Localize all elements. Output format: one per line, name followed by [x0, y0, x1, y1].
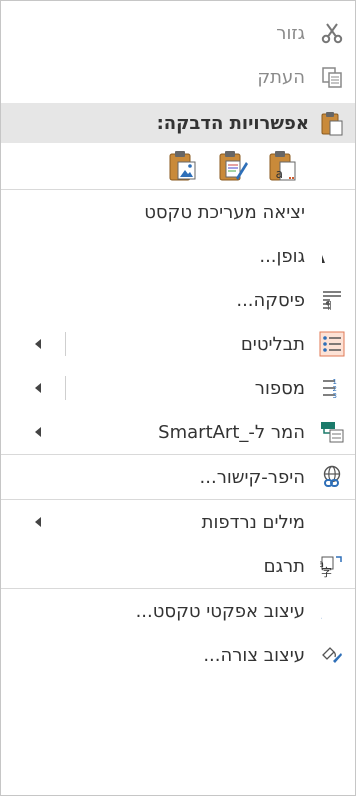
paragraph-menu-item[interactable]: ¶ פיסקה... — [1, 278, 355, 322]
format-shape-label: עיצוב צורה... — [203, 644, 305, 666]
paragraph-icon: ¶ — [309, 278, 355, 322]
numbering-icon: 1 2 3 — [309, 366, 355, 410]
paste-icon — [309, 110, 355, 136]
submenu-arrow-icon[interactable] — [35, 517, 41, 527]
svg-text:A: A — [321, 600, 323, 622]
copy-label: העתק — [257, 66, 305, 88]
submenu-arrow-icon[interactable] — [35, 427, 41, 437]
format-text-effects-label: עיצוב אפקטי טקסט... — [135, 600, 305, 622]
svg-text:字: 字 — [321, 565, 332, 578]
translate-icon: a 字 — [309, 544, 355, 588]
cut-menu-item[interactable]: גזור — [1, 11, 355, 55]
bullets-label: תבליטים — [240, 333, 305, 355]
bullets-icon — [309, 322, 355, 366]
translate-label: תרגם — [263, 555, 305, 577]
format-text-effects-menu-item[interactable]: A עיצוב אפקטי טקסט... — [1, 589, 355, 633]
numbering-menu-item[interactable]: 1 2 3 מספור — [1, 366, 355, 410]
hyperlink-globe-icon — [309, 455, 355, 499]
paste-keep-text-only-icon[interactable]: a — [267, 149, 299, 183]
font-menu-item[interactable]: A גופן... — [1, 234, 355, 278]
text-effects-icon: A — [309, 589, 355, 633]
hyperlink-label: היפר-קישור... — [199, 466, 305, 488]
paste-keep-source-formatting-icon[interactable] — [217, 149, 249, 183]
paste-picture-icon[interactable] — [167, 149, 199, 183]
copy-icon — [309, 55, 355, 99]
paragraph-label: פיסקה... — [236, 289, 305, 311]
convert-smartart-label: המר ל-_SmartArt — [158, 421, 305, 443]
format-shape-menu-item[interactable]: עיצוב צורה... — [1, 633, 355, 677]
submenu-arrow-icon[interactable] — [35, 383, 41, 393]
cut-label: גזור — [276, 22, 305, 44]
translate-menu-item[interactable]: a 字 תרגם — [1, 544, 355, 588]
numbering-label: מספור — [254, 377, 305, 399]
paste-options-title: אפשרויות הדבקה: — [156, 112, 309, 134]
paste-options-header: אפשרויות הדבקה: — [1, 103, 355, 143]
exit-text-edit-menu-item[interactable]: יציאה מעריכת טקסט — [1, 190, 355, 234]
bullets-menu-item[interactable]: תבליטים — [1, 322, 355, 366]
font-icon: A — [309, 234, 355, 278]
svg-text:¶: ¶ — [325, 299, 332, 311]
synonyms-label: מילים נרדפות — [201, 511, 305, 533]
svg-text:3: 3 — [333, 392, 337, 399]
paste-options-row: a — [1, 143, 355, 189]
convert-smartart-menu-item[interactable]: המר ל-_SmartArt — [1, 410, 355, 454]
svg-text:A: A — [322, 248, 326, 266]
hyperlink-menu-item[interactable]: היפר-קישור... — [1, 455, 355, 499]
submenu-arrow-icon[interactable] — [35, 339, 41, 349]
svg-text:a: a — [276, 167, 283, 181]
submenu-divider — [65, 376, 66, 400]
context-menu: גזור העתק אפשרויות הדבקה: a יציאה מעריכת… — [0, 0, 356, 796]
scissors-icon — [309, 11, 355, 55]
exit-text-edit-label: יציאה מעריכת טקסט — [144, 201, 305, 223]
submenu-divider — [65, 332, 66, 356]
format-shape-icon — [309, 633, 355, 677]
synonyms-menu-item[interactable]: מילים נרדפות — [1, 500, 355, 544]
font-label: גופן... — [259, 245, 305, 267]
copy-menu-item[interactable]: העתק — [1, 55, 355, 99]
smartart-icon — [309, 410, 355, 454]
